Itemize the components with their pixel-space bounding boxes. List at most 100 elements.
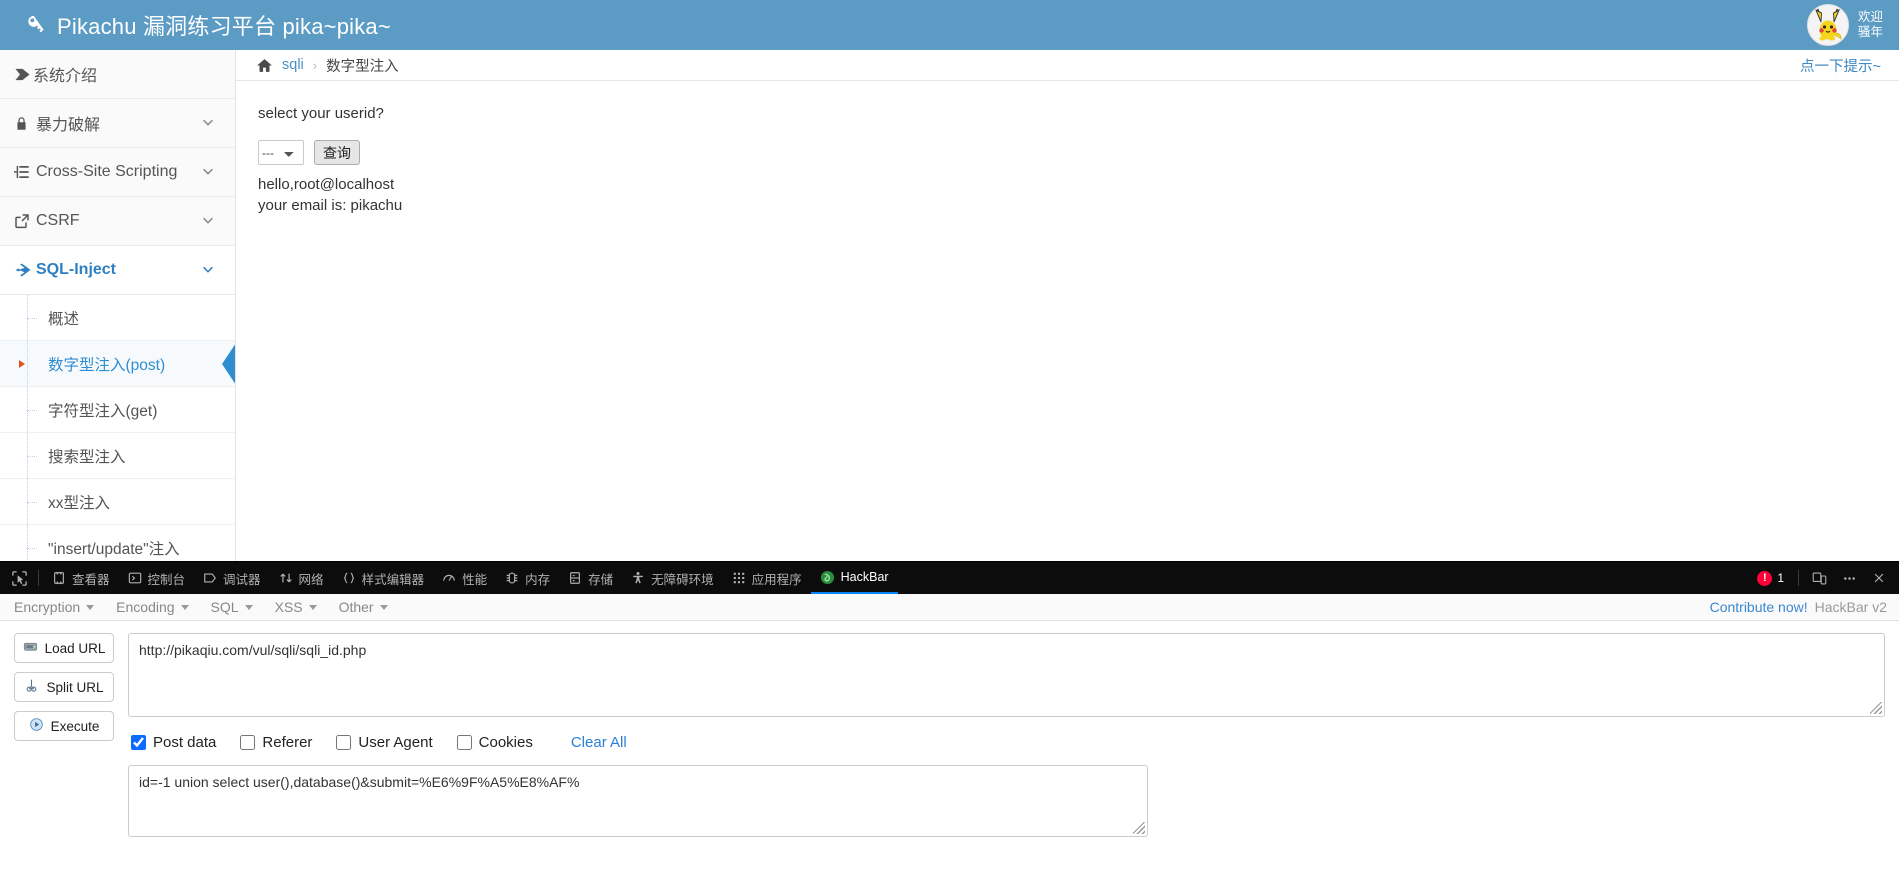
sidebar-subitem-xx[interactable]: xx型注入 bbox=[0, 479, 235, 525]
load-url-button[interactable]: Load URL bbox=[14, 633, 114, 663]
style-editor-icon bbox=[343, 572, 354, 584]
disk-icon bbox=[23, 639, 38, 657]
button-label: Load URL bbox=[44, 640, 106, 656]
hackbar-menu-other[interactable]: Other bbox=[339, 599, 388, 615]
sidebar-item-csrf[interactable]: CSRF bbox=[0, 197, 235, 246]
cookies-input[interactable] bbox=[456, 735, 472, 750]
post-data-checkbox[interactable]: Post data bbox=[131, 734, 216, 751]
devtools-tab-application[interactable]: 应用程序 bbox=[723, 562, 811, 594]
devtools-tab-network[interactable]: 网络 bbox=[270, 562, 333, 594]
breadcrumb-link-sqli[interactable]: sqli bbox=[282, 57, 304, 73]
sidebar-subitem-overview[interactable]: 概述 bbox=[0, 295, 235, 341]
split-url-button[interactable]: Split URL bbox=[14, 672, 114, 702]
debugger-icon bbox=[204, 573, 217, 583]
memory-icon bbox=[506, 572, 518, 584]
sidebar-subitem-insert-update[interactable]: "insert/update"注入 bbox=[0, 525, 235, 561]
tab-label: 无障碍环境 bbox=[651, 572, 714, 587]
sidebar-item-brute-force[interactable]: 暴力破解 bbox=[0, 99, 235, 148]
sidebar-sublabel: 概述 bbox=[48, 310, 80, 328]
element-picker-icon[interactable] bbox=[4, 563, 34, 593]
site-title: Pikachu 漏洞练习平台 pika~pika~ bbox=[57, 14, 391, 39]
menu-label: XSS bbox=[274, 599, 303, 615]
hackbar-menu-encoding[interactable]: Encoding bbox=[116, 599, 189, 615]
devtools-tab-memory[interactable]: 内存 bbox=[496, 562, 559, 594]
devtools-toolbar: 查看器 控制台 调试器 网络 样式编辑器 性能 内存 存储 无障碍环境 应用程序… bbox=[0, 562, 1899, 594]
checkbox-label: User Agent bbox=[358, 734, 433, 751]
sidebar-subitem-numeric-post[interactable]: 数字型注入(post) bbox=[0, 341, 235, 387]
sidebar-item-system-intro[interactable]: 系统介绍 bbox=[0, 50, 235, 99]
user-agent-input[interactable] bbox=[336, 735, 352, 750]
responsive-design-icon[interactable] bbox=[1805, 564, 1833, 592]
hackbar-menu-xss[interactable]: XSS bbox=[275, 599, 317, 615]
contribute-link[interactable]: Contribute now! bbox=[1710, 599, 1808, 615]
devtools-tab-console[interactable]: 控制台 bbox=[119, 562, 195, 594]
devtools-tab-hackbar[interactable]: HackBar bbox=[810, 562, 898, 594]
breadcrumb: sqli › 数字型注入 点一下提示~ bbox=[236, 50, 1899, 81]
chevron-down-icon bbox=[86, 604, 95, 610]
breadcrumb-current: 数字型注入 bbox=[326, 58, 399, 75]
hackbar-button-column: Load URL Split URL Execute bbox=[14, 633, 114, 842]
devtools-tab-storage[interactable]: 存储 bbox=[559, 562, 622, 594]
sidebar[interactable]: 系统介绍 暴力破解 Cross-Site Scripting CSRF SQL-… bbox=[0, 50, 236, 561]
sidebar-subnav[interactable]: 概述 数字型注入(post) 字符型注入(get) 搜索型注入 xx型注入 "i… bbox=[0, 295, 235, 561]
hint-link[interactable]: 点一下提示~ bbox=[1800, 55, 1881, 76]
error-count-badge[interactable]: ! 1 bbox=[1749, 570, 1792, 586]
sidebar-sublabel: 字符型注入(get) bbox=[48, 402, 158, 420]
header-user-area[interactable]: 欢迎 骚年 bbox=[1806, 0, 1899, 50]
menu-label: Encryption bbox=[14, 599, 81, 615]
post-data-input-area[interactable] bbox=[128, 765, 1148, 837]
sidebar-sublabel: 数字型注入(post) bbox=[48, 356, 166, 374]
performance-icon bbox=[443, 574, 455, 581]
welcome-text: 欢迎 骚年 bbox=[1858, 10, 1883, 40]
avatar bbox=[1806, 4, 1849, 46]
devtools-tab-style-editor[interactable]: 样式编辑器 bbox=[333, 562, 434, 594]
url-input[interactable] bbox=[128, 633, 1885, 717]
query-button[interactable]: 查询 bbox=[314, 140, 360, 165]
execute-button[interactable]: Execute bbox=[14, 711, 114, 741]
main-content: sqli › 数字型注入 点一下提示~ select your userid? … bbox=[236, 50, 1899, 561]
tree-line bbox=[27, 317, 37, 319]
devtools-tab-inspector[interactable]: 查看器 bbox=[43, 562, 119, 594]
post-data-input[interactable] bbox=[131, 735, 146, 750]
result-line-hello: hello,root@localhost bbox=[258, 176, 395, 193]
devtools-toolbar-right: ! 1 bbox=[1749, 564, 1899, 592]
sidebar-subitem-string-get[interactable]: 字符型注入(get) bbox=[0, 387, 235, 433]
userid-select[interactable]: --- bbox=[258, 140, 304, 165]
more-options-icon[interactable] bbox=[1835, 564, 1863, 592]
application-icon bbox=[733, 572, 744, 584]
sidebar-sublabel: xx型注入 bbox=[48, 494, 111, 512]
devtools-tab-debugger[interactable]: 调试器 bbox=[194, 562, 270, 594]
sidebar-item-sql-inject[interactable]: SQL-Inject bbox=[0, 246, 235, 295]
welcome-line-2: 骚年 bbox=[1857, 25, 1883, 39]
chevron-down-icon bbox=[201, 262, 215, 279]
site-header: Pikachu 漏洞练习平台 pika~pika~ 欢迎 骚年 bbox=[0, 0, 1899, 50]
active-bullet-icon bbox=[19, 359, 25, 368]
clear-all-link[interactable]: Clear All bbox=[571, 734, 627, 751]
chevron-down-icon bbox=[180, 604, 189, 610]
home-icon[interactable] bbox=[256, 57, 273, 74]
button-label: Execute bbox=[50, 718, 100, 734]
close-icon[interactable] bbox=[1865, 564, 1893, 592]
tab-label: 样式编辑器 bbox=[361, 572, 425, 587]
sidebar-subitem-search[interactable]: 搜索型注入 bbox=[0, 433, 235, 479]
hackbar-menu-encryption[interactable]: Encryption bbox=[14, 599, 95, 615]
chevron-down-icon bbox=[308, 604, 317, 610]
lock-icon bbox=[14, 116, 36, 131]
sidebar-item-xss[interactable]: Cross-Site Scripting bbox=[0, 148, 235, 197]
referer-input[interactable] bbox=[240, 735, 256, 750]
devtools-tab-performance[interactable]: 性能 bbox=[433, 562, 496, 594]
tab-label: HackBar bbox=[840, 570, 889, 584]
accessibility-icon bbox=[633, 571, 643, 584]
hackbar-menu-sql[interactable]: SQL bbox=[211, 599, 253, 615]
user-agent-checkbox[interactable]: User Agent bbox=[336, 734, 433, 751]
referer-checkbox[interactable]: Referer bbox=[240, 734, 312, 751]
hackbar-menubar-right: Contribute now! HackBar v2 bbox=[1710, 599, 1899, 615]
tab-label: 调试器 bbox=[223, 572, 261, 587]
external-link-icon bbox=[14, 213, 36, 229]
userid-form: --- 查询 bbox=[258, 140, 1899, 165]
tree-line bbox=[27, 547, 37, 549]
hackbar-main-column: Post data Referer User Agent Cookie bbox=[128, 633, 1885, 842]
active-edge-arrow-icon bbox=[222, 342, 235, 385]
cookies-checkbox[interactable]: Cookies bbox=[456, 734, 533, 751]
devtools-tab-accessibility[interactable]: 无障碍环境 bbox=[622, 562, 723, 594]
